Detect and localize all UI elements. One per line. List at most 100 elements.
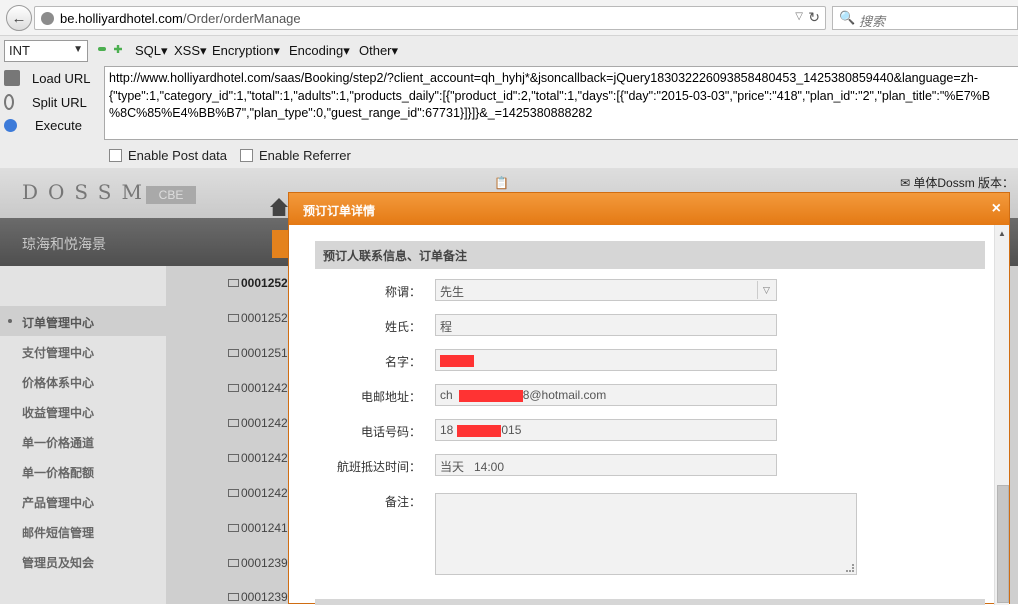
- address-text: be.holliyardhotel.com/Order/orderManage: [60, 11, 301, 26]
- redaction-mark: [458, 389, 523, 402]
- redaction-mark: [440, 354, 474, 367]
- scissors-icon: [4, 94, 14, 110]
- email-label: 电邮地址：: [360, 390, 421, 404]
- url-textarea[interactable]: http://www.holliyardhotel.com/saas/Booki…: [104, 66, 1018, 140]
- sidebar-item-price-quota[interactable]: 单一价格配额: [22, 464, 94, 481]
- type-select[interactable]: INT ▼: [4, 40, 88, 62]
- envelope-open-icon: [228, 349, 239, 357]
- hotel-name: 琼海和悦海景: [22, 236, 106, 252]
- url-line: {"type":1,"category_id":1,"total":1,"adu…: [109, 88, 991, 103]
- sidebar-item-pricing[interactable]: 价格体系中心: [22, 374, 94, 391]
- list-item[interactable]: 0001242: [228, 486, 288, 500]
- sidebar-item-price-channel[interactable]: 单一价格通道: [22, 434, 94, 451]
- envelope-open-icon: [228, 593, 239, 601]
- menu-sql[interactable]: SQL▾: [135, 43, 168, 59]
- reload-icon[interactable]: ↻: [808, 9, 820, 26]
- phone-label: 电话号码：: [360, 425, 421, 439]
- arrival-time-label: 航班抵达时间：: [336, 460, 421, 474]
- menu-other[interactable]: Other▾: [359, 43, 398, 59]
- site-logo: DOSSM: [22, 180, 152, 204]
- sidebar-item-admin[interactable]: 管理员及知会: [22, 554, 94, 571]
- url-line: %8C%85%E4%BB%B7","plan_type":0,"guest_ra…: [109, 106, 593, 120]
- minus-icon[interactable]: [98, 47, 106, 51]
- order-detail-dialog: 预订订单详情 × ▲ 预订人联系信息、订单备注 称谓： 先生 ▽ 姓氏： 程 名…: [288, 192, 1010, 605]
- dialog-header: 预订订单详情 ×: [289, 193, 1009, 225]
- title-select[interactable]: 先生 ▽: [435, 279, 777, 301]
- plus-icon[interactable]: [114, 45, 122, 53]
- envelope-open-icon: [228, 489, 239, 497]
- list-item[interactable]: 0001242: [228, 381, 288, 395]
- cbe-badge: CBE: [146, 186, 196, 204]
- enable-referrer-checkbox[interactable]: Enable Referrer: [240, 148, 351, 163]
- email-field[interactable]: ch 8@hotmail.com: [435, 384, 777, 406]
- arrival-time-field[interactable]: 当天 14:00: [435, 454, 777, 476]
- envelope-open-icon: [228, 454, 239, 462]
- version-text: ✉ 单体Dossm 版本：: [900, 176, 1015, 190]
- envelope-open-icon: [228, 524, 239, 532]
- resize-grip-icon[interactable]: [846, 564, 854, 572]
- sidebar-item-orders[interactable]: 订单管理中心: [22, 314, 94, 331]
- hackbar: INT ▼ SQL▾ XSS▾ Encryption▾ Encoding▾ Oth…: [0, 36, 1018, 168]
- list-item[interactable]: 0001251: [228, 346, 288, 360]
- sidebar-item-revenue[interactable]: 收益管理中心: [22, 404, 94, 421]
- dialog-title: 预订订单详情: [303, 204, 376, 218]
- section-title: 预订人联系信息、订单备注: [323, 249, 468, 263]
- section-header: 预订人联系信息、订单备注: [315, 241, 985, 269]
- play-icon: [4, 118, 17, 132]
- sidebar-item-products[interactable]: 产品管理中心: [22, 494, 94, 511]
- envelope-open-icon: [228, 559, 239, 567]
- url-line: http://www.holliyardhotel.com/saas/Booki…: [109, 71, 979, 85]
- page-edge: [1010, 266, 1018, 604]
- checkbox-icon: [109, 149, 122, 162]
- section-header: [315, 599, 985, 605]
- chevron-down-icon: ▽: [757, 281, 775, 299]
- name-label: 名字：: [384, 355, 421, 369]
- list-item[interactable]: 0001239: [228, 556, 288, 570]
- menu-xss[interactable]: XSS▾: [174, 43, 207, 59]
- bullet-icon: [8, 319, 12, 323]
- split-url-button[interactable]: Split URL: [4, 91, 87, 113]
- search-input[interactable]: 🔍 搜索: [832, 6, 1018, 30]
- envelope-open-icon: [228, 384, 239, 392]
- list-item[interactable]: 0001252: [228, 311, 288, 325]
- scrollbar-thumb[interactable]: [997, 485, 1009, 603]
- menu-encoding[interactable]: Encoding▾: [289, 43, 350, 59]
- browser-toolbar: ← be.holliyardhotel.com/Order/orderManag…: [0, 0, 1018, 36]
- phone-field[interactable]: 18 015: [435, 419, 777, 441]
- envelope-icon: [228, 279, 239, 287]
- envelope-open-icon: [228, 419, 239, 427]
- remark-label: 备注：: [384, 495, 421, 509]
- back-arrow-icon[interactable]: ←: [6, 5, 32, 31]
- envelope-open-icon: [228, 314, 239, 322]
- list-item[interactable]: 0001252: [228, 276, 288, 290]
- surname-label: 姓氏：: [384, 320, 421, 334]
- list-item[interactable]: 0001242: [228, 416, 288, 430]
- load-url-icon: [4, 70, 20, 86]
- clipboard-icon[interactable]: 📋: [494, 176, 509, 190]
- name-field[interactable]: [435, 349, 777, 371]
- load-url-button[interactable]: Load URL: [4, 67, 91, 89]
- nav-tab[interactable]: [272, 230, 288, 258]
- list-item[interactable]: 0001241: [228, 521, 288, 535]
- dialog-scrollbar[interactable]: ▲: [994, 225, 1009, 605]
- surname-field[interactable]: 程: [435, 314, 777, 336]
- chevron-down-icon: ▼: [73, 44, 83, 55]
- execute-button[interactable]: Execute: [4, 114, 82, 136]
- redaction-mark: [457, 424, 502, 437]
- list-item[interactable]: 0001242: [228, 451, 288, 465]
- chevron-down-icon[interactable]: ▽: [795, 11, 803, 22]
- checkbox-icon: [240, 149, 253, 162]
- address-bar[interactable]: be.holliyardhotel.com/Order/orderManage …: [34, 6, 826, 30]
- close-icon[interactable]: ×: [992, 200, 1001, 218]
- scroll-up-icon[interactable]: ▲: [998, 229, 1006, 238]
- search-placeholder: 搜索: [859, 14, 886, 29]
- title-label: 称谓：: [384, 285, 421, 299]
- list-item[interactable]: 0001239: [228, 590, 288, 604]
- enable-post-checkbox[interactable]: Enable Post data: [109, 148, 227, 163]
- remark-textarea[interactable]: [435, 493, 857, 575]
- menu-encryption[interactable]: Encryption▾: [212, 43, 280, 59]
- globe-icon: [41, 12, 54, 25]
- sidebar-item-payment[interactable]: 支付管理中心: [22, 344, 94, 361]
- sidebar-item-mail-sms[interactable]: 邮件短信管理: [22, 524, 94, 541]
- search-icon: 🔍: [839, 10, 856, 25]
